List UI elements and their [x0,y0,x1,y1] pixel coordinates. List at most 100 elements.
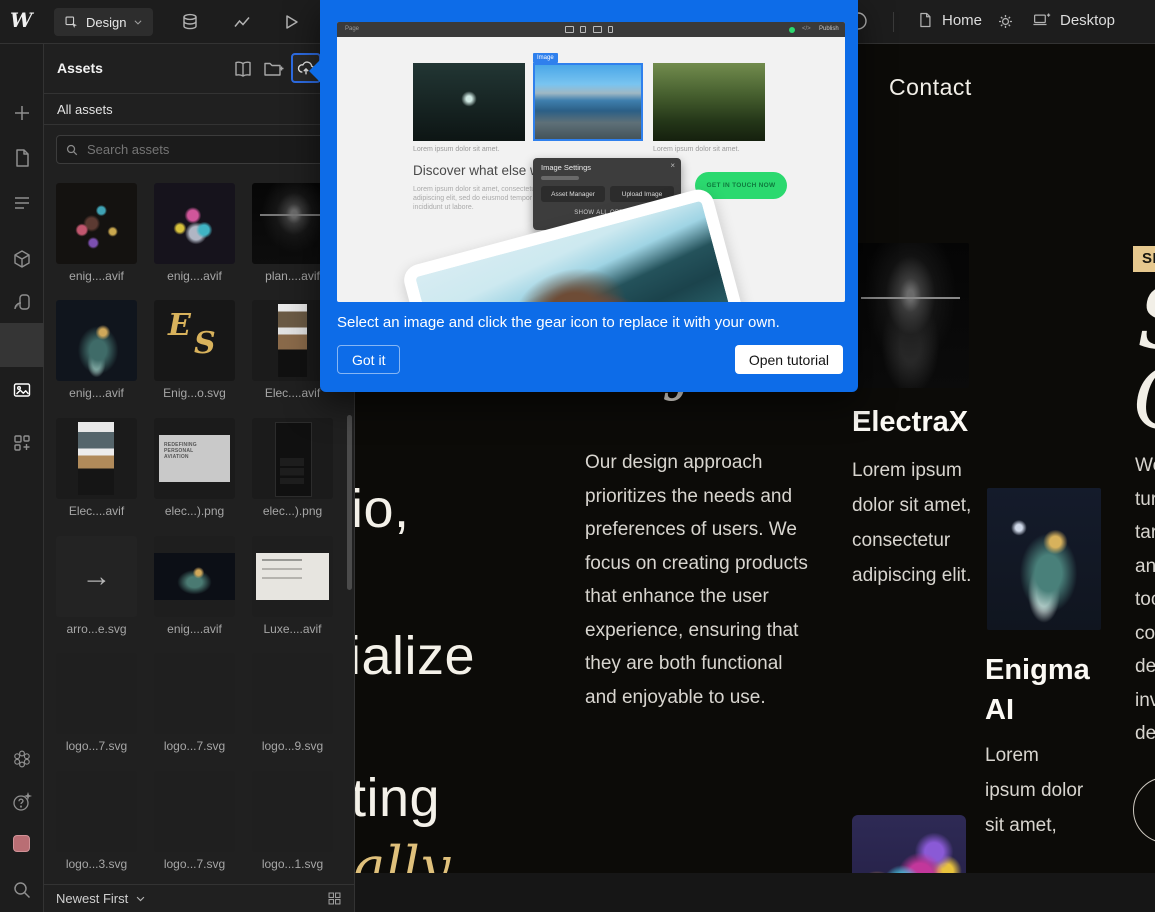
asset-item[interactable]: elec...).png [252,418,333,518]
asset-item[interactable]: enig....avif [56,300,137,400]
asset-item[interactable]: logo...9.svg [252,653,333,753]
preview-play-icon[interactable] [280,11,302,33]
design-mode-label: Design [86,15,126,30]
text-line: tur [1135,483,1155,517]
saved-status-icon [789,27,795,33]
toolbar-divider [893,12,894,32]
page-selector-label: Home [942,12,982,29]
project-image-enigma[interactable] [987,488,1101,630]
components-cube-icon[interactable] [11,248,33,270]
asset-thumbnail[interactable] [154,771,235,852]
asset-item[interactable]: logo...7.svg [154,653,235,753]
styles-icon[interactable] [11,291,33,313]
selected-element-tag: Image [533,53,558,63]
asset-thumbnail[interactable] [252,418,333,499]
asset-thumbnail[interactable] [56,183,137,264]
circle-arrow-button[interactable] [1133,777,1155,843]
asset-filename: logo...9.svg [252,739,333,753]
pages-icon[interactable] [11,147,33,169]
cms-database-icon[interactable] [179,11,201,33]
monogram-letter: S [194,326,216,361]
asset-filename: elec...).png [154,504,235,518]
got-it-button[interactable]: Got it [337,345,400,374]
asset-thumbnail[interactable] [154,653,235,734]
add-element-icon[interactable] [11,102,33,124]
text-line: We [1135,449,1155,483]
asset-filename: Luxe....avif [252,622,333,636]
text-line: cor [1135,617,1155,651]
asset-thumbnail[interactable] [56,418,137,499]
settings-link-placeholder [541,176,579,180]
assets-sort-bar: Newest First [44,884,354,912]
assets-image-icon[interactable] [11,379,33,401]
left-toolbar [0,44,44,912]
asset-library-book-icon[interactable] [232,58,254,80]
asset-item[interactable]: logo...1.svg [252,771,333,871]
chevron-down-icon [133,17,143,27]
analytics-icon[interactable] [231,11,253,33]
asset-thumbnail[interactable] [252,653,333,734]
text-line: inv [1135,684,1155,718]
asset-item[interactable]: enig....avif [154,536,235,636]
asset-thumbnail[interactable]: REDEFINING PERSONAL AVIATION [154,418,235,499]
asset-thumbnail[interactable]: E S [154,300,235,381]
asset-filename: Elec....avif [56,504,137,518]
asset-item[interactable]: → arro...e.svg [56,536,137,636]
sort-selector[interactable]: Newest First [56,891,128,906]
asset-item[interactable]: Luxe....avif [252,536,333,636]
monogram-letter: E [168,308,191,343]
asset-thumbnail[interactable] [252,771,333,852]
asset-thumbnail[interactable] [56,300,137,381]
design-mode-button[interactable]: Design [54,8,153,36]
tooltip-message: Select an image and click the gear icon … [337,314,837,331]
site-settings-flower-icon[interactable] [11,748,33,770]
asset-filename: logo...1.svg [252,857,333,871]
page-selector[interactable]: Home [916,11,982,29]
asset-item[interactable]: E S Enig...o.svg [154,300,235,400]
search-icon [65,143,79,157]
asset-filename: logo...7.svg [154,739,235,753]
screenshot-photo-tunnel [413,63,525,141]
navigator-icon[interactable] [11,192,33,214]
site-nav-contact-link[interactable]: Contact [889,74,972,101]
asset-item[interactable]: logo...7.svg [56,653,137,753]
open-tutorial-button[interactable]: Open tutorial [735,345,843,374]
asset-filename: enig....avif [56,269,137,283]
desktop-breakpoint-icon [1032,11,1052,29]
asset-filename: logo...7.svg [154,857,235,871]
asset-folder-filter[interactable]: All assets [44,93,354,125]
asset-thumbnail[interactable] [56,771,137,852]
grid-view-toggle-icon[interactable] [327,891,342,906]
asset-filename: Enig...o.svg [154,386,235,400]
asset-item[interactable]: Elec....avif [56,418,137,518]
record-icon[interactable] [13,835,30,852]
help-icon[interactable] [11,791,33,813]
asset-item[interactable]: enig....avif [56,183,137,283]
hero-text-fragment: io, [355,478,410,540]
image-settings-title: Image Settings [541,163,591,172]
asset-thumbnail[interactable] [154,183,235,264]
asset-thumbnail[interactable]: → [56,536,137,617]
asset-search[interactable] [56,135,343,164]
search-input[interactable] [85,141,334,158]
asset-thumbnail[interactable] [56,653,137,734]
gear-icon[interactable] [996,12,1018,34]
breakpoint-selector[interactable]: Desktop [1032,11,1115,29]
apps-icon[interactable] [11,432,33,454]
project-image-electrax[interactable] [852,243,969,388]
zoom-search-icon[interactable] [11,879,33,901]
asset-item[interactable]: enig....avif [154,183,235,283]
asset-item[interactable]: logo...3.svg [56,771,137,871]
panel-scrollbar[interactable] [347,415,352,590]
new-folder-icon[interactable] [262,58,284,80]
asset-thumbnail[interactable] [252,536,333,617]
chevron-down-icon[interactable] [135,893,146,904]
asset-item[interactable]: logo...7.svg [154,771,235,871]
webflow-logo-icon[interactable]: W [10,8,40,34]
asset-thumbnail[interactable] [154,536,235,617]
asset-folder-filter-label: All assets [57,102,113,117]
thumbnail-text: REDEFINING PERSONAL AVIATION [164,442,198,460]
project-title: Enigma AI [985,650,1097,730]
photo-caption: Lorem ipsum dolor sit amet. [653,146,739,153]
asset-item[interactable]: REDEFINING PERSONAL AVIATION elec...).pn… [154,418,235,518]
